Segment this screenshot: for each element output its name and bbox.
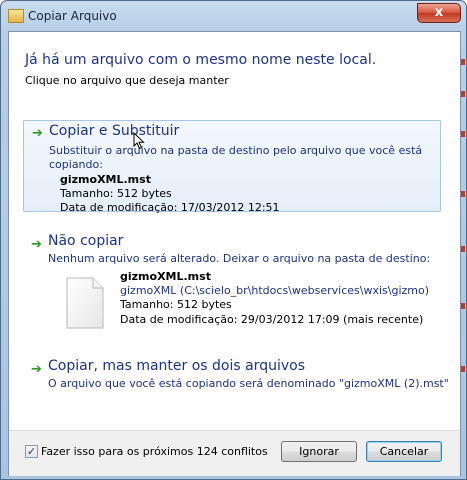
option-replace-desc-line2: copiando: — [49, 158, 103, 171]
option-keep-both-desc: O arquivo que você está copiando será de… — [48, 377, 449, 390]
option-keep-both-title[interactable]: Copiar, mas manter os dois arquivos — [48, 358, 305, 374]
option-replace-title[interactable]: Copiar e Substituir — [49, 123, 179, 139]
mouse-cursor-icon — [133, 132, 145, 150]
cancel-button[interactable]: Cancelar — [366, 441, 442, 462]
option-skip-file-modified: Data de modificação: 29/03/2012 17:09 (m… — [120, 313, 424, 326]
dialog-subheading: Clique no arquivo que deseja manter — [25, 74, 229, 87]
option-replace[interactable]: ➔ Copiar e Substituir Substituir o arqui… — [23, 120, 441, 214]
green-arrow-icon: ➔ — [31, 362, 42, 377]
close-button[interactable]: x — [417, 3, 461, 23]
option-skip-file-path: gizmoXML (C:\scielo_br\htdocs\webservice… — [120, 284, 430, 297]
apply-to-all-checkbox[interactable]: ✓ — [25, 445, 38, 458]
dialog-window: Copiar Arquivo x Já há um arquivo com o … — [0, 0, 467, 480]
dialog-footer: ✓ Fazer isso para os próximos 124 confli… — [9, 430, 460, 476]
document-icon — [66, 277, 104, 329]
dialog-heading: Já há um arquivo com o mesmo nome neste … — [25, 52, 377, 68]
option-skip-file-size: Tamanho: 512 bytes — [120, 298, 232, 311]
window-title: Copiar Arquivo — [28, 9, 117, 23]
option-replace-desc-line1: Substituir o arquivo na pasta de destino… — [49, 144, 423, 157]
option-replace-file-modified: Data de modificação: 17/03/2012 12:51 — [60, 201, 280, 214]
option-skip-desc: Nenhum arquivo será alterado. Deixar o a… — [48, 252, 431, 265]
green-arrow-icon: ➔ — [32, 126, 43, 141]
title-bar[interactable]: Copiar Arquivo x — [1, 1, 466, 31]
folder-icon — [8, 9, 24, 23]
option-skip-file-name: gizmoXML.mst — [120, 270, 211, 283]
ignore-button[interactable]: Ignorar — [281, 441, 357, 462]
dialog-content: Já há um arquivo com o mesmo nome neste … — [8, 31, 461, 476]
green-arrow-icon: ➔ — [31, 237, 42, 252]
apply-to-all-label[interactable]: Fazer isso para os próximos 124 conflito… — [41, 445, 268, 458]
option-replace-file-name: gizmoXML.mst — [60, 173, 151, 186]
option-replace-file-size: Tamanho: 512 bytes — [60, 187, 172, 200]
option-skip-title[interactable]: Não copiar — [48, 233, 123, 249]
